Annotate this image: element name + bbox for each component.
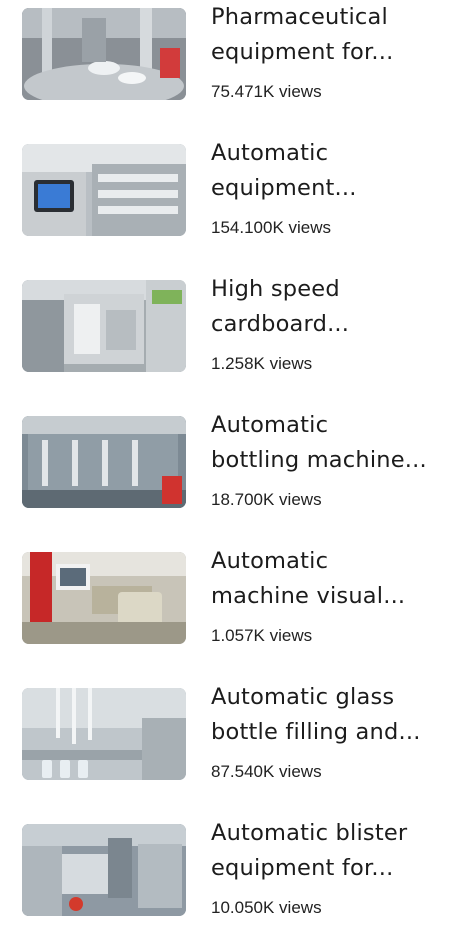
video-title[interactable]: Automatic blister equipment for... (211, 816, 451, 886)
video-item[interactable]: Pharmaceutical equipment for... 75.471K … (0, 0, 463, 118)
view-count: 1.057K views (211, 626, 313, 645)
pharmaceutical-machine-thumbnail (22, 8, 186, 100)
view-count: 1.258K views (211, 354, 313, 373)
blister-machine-thumbnail (22, 824, 186, 916)
video-title-line: equipment... (211, 175, 357, 201)
video-title[interactable]: Automatic machine visual... (211, 544, 451, 614)
video-title-line: equipment for... (211, 855, 394, 881)
video-item[interactable]: Automatic glass bottle filling and... 87… (0, 680, 463, 798)
video-title-line: Pharmaceutical (211, 4, 388, 30)
video-title-line: High speed (211, 276, 340, 302)
video-item[interactable]: Automatic blister equipment for... 10.05… (0, 816, 463, 934)
video-title-line: cardboard... (211, 311, 350, 337)
view-count: 154.100K views (211, 218, 332, 237)
video-title-line: Automatic (211, 548, 329, 574)
video-title[interactable]: Automatic bottling machine... (211, 408, 451, 478)
video-title[interactable]: High speed cardboard... (211, 272, 451, 342)
control-panel-thumbnail (22, 144, 186, 236)
video-item[interactable]: Automatic machine visual... 1.057K views (0, 544, 463, 662)
view-count: 87.540K views (211, 762, 322, 781)
view-count: 75.471K views (211, 82, 322, 101)
video-thumbnail[interactable] (22, 688, 186, 780)
video-title-line: Automatic (211, 140, 329, 166)
video-thumbnail[interactable] (22, 280, 186, 372)
video-title-line: Automatic (211, 412, 329, 438)
video-thumbnail[interactable] (22, 552, 186, 644)
visual-inspection-thumbnail (22, 552, 186, 644)
bottling-line-thumbnail (22, 416, 186, 508)
video-item[interactable]: Automatic bottling machine... 18.700K vi… (0, 408, 463, 526)
video-title[interactable]: Pharmaceutical equipment for... (211, 0, 451, 70)
cardboard-machine-thumbnail (22, 280, 186, 372)
view-count: 10.050K views (211, 898, 322, 917)
video-item[interactable]: High speed cardboard... 1.258K views (0, 272, 463, 390)
video-title[interactable]: Automatic equipment... (211, 136, 451, 206)
video-list: Pharmaceutical equipment for... 75.471K … (0, 0, 463, 927)
video-title-line: machine visual... (211, 583, 406, 609)
video-title-line: Automatic blister (211, 820, 408, 846)
filling-nozzles-thumbnail (22, 688, 186, 780)
video-thumbnail[interactable] (22, 416, 186, 508)
video-title-line: Automatic glass (211, 684, 395, 710)
view-count: 18.700K views (211, 490, 322, 509)
video-item[interactable]: Automatic equipment... 154.100K views (0, 136, 463, 254)
video-title-line: bottling machine... (211, 447, 427, 473)
video-thumbnail[interactable] (22, 824, 186, 916)
video-thumbnail[interactable] (22, 8, 186, 100)
video-title-line: equipment for... (211, 39, 394, 65)
video-title-line: bottle filling and... (211, 719, 421, 745)
video-title[interactable]: Automatic glass bottle filling and... (211, 680, 451, 750)
video-thumbnail[interactable] (22, 144, 186, 236)
